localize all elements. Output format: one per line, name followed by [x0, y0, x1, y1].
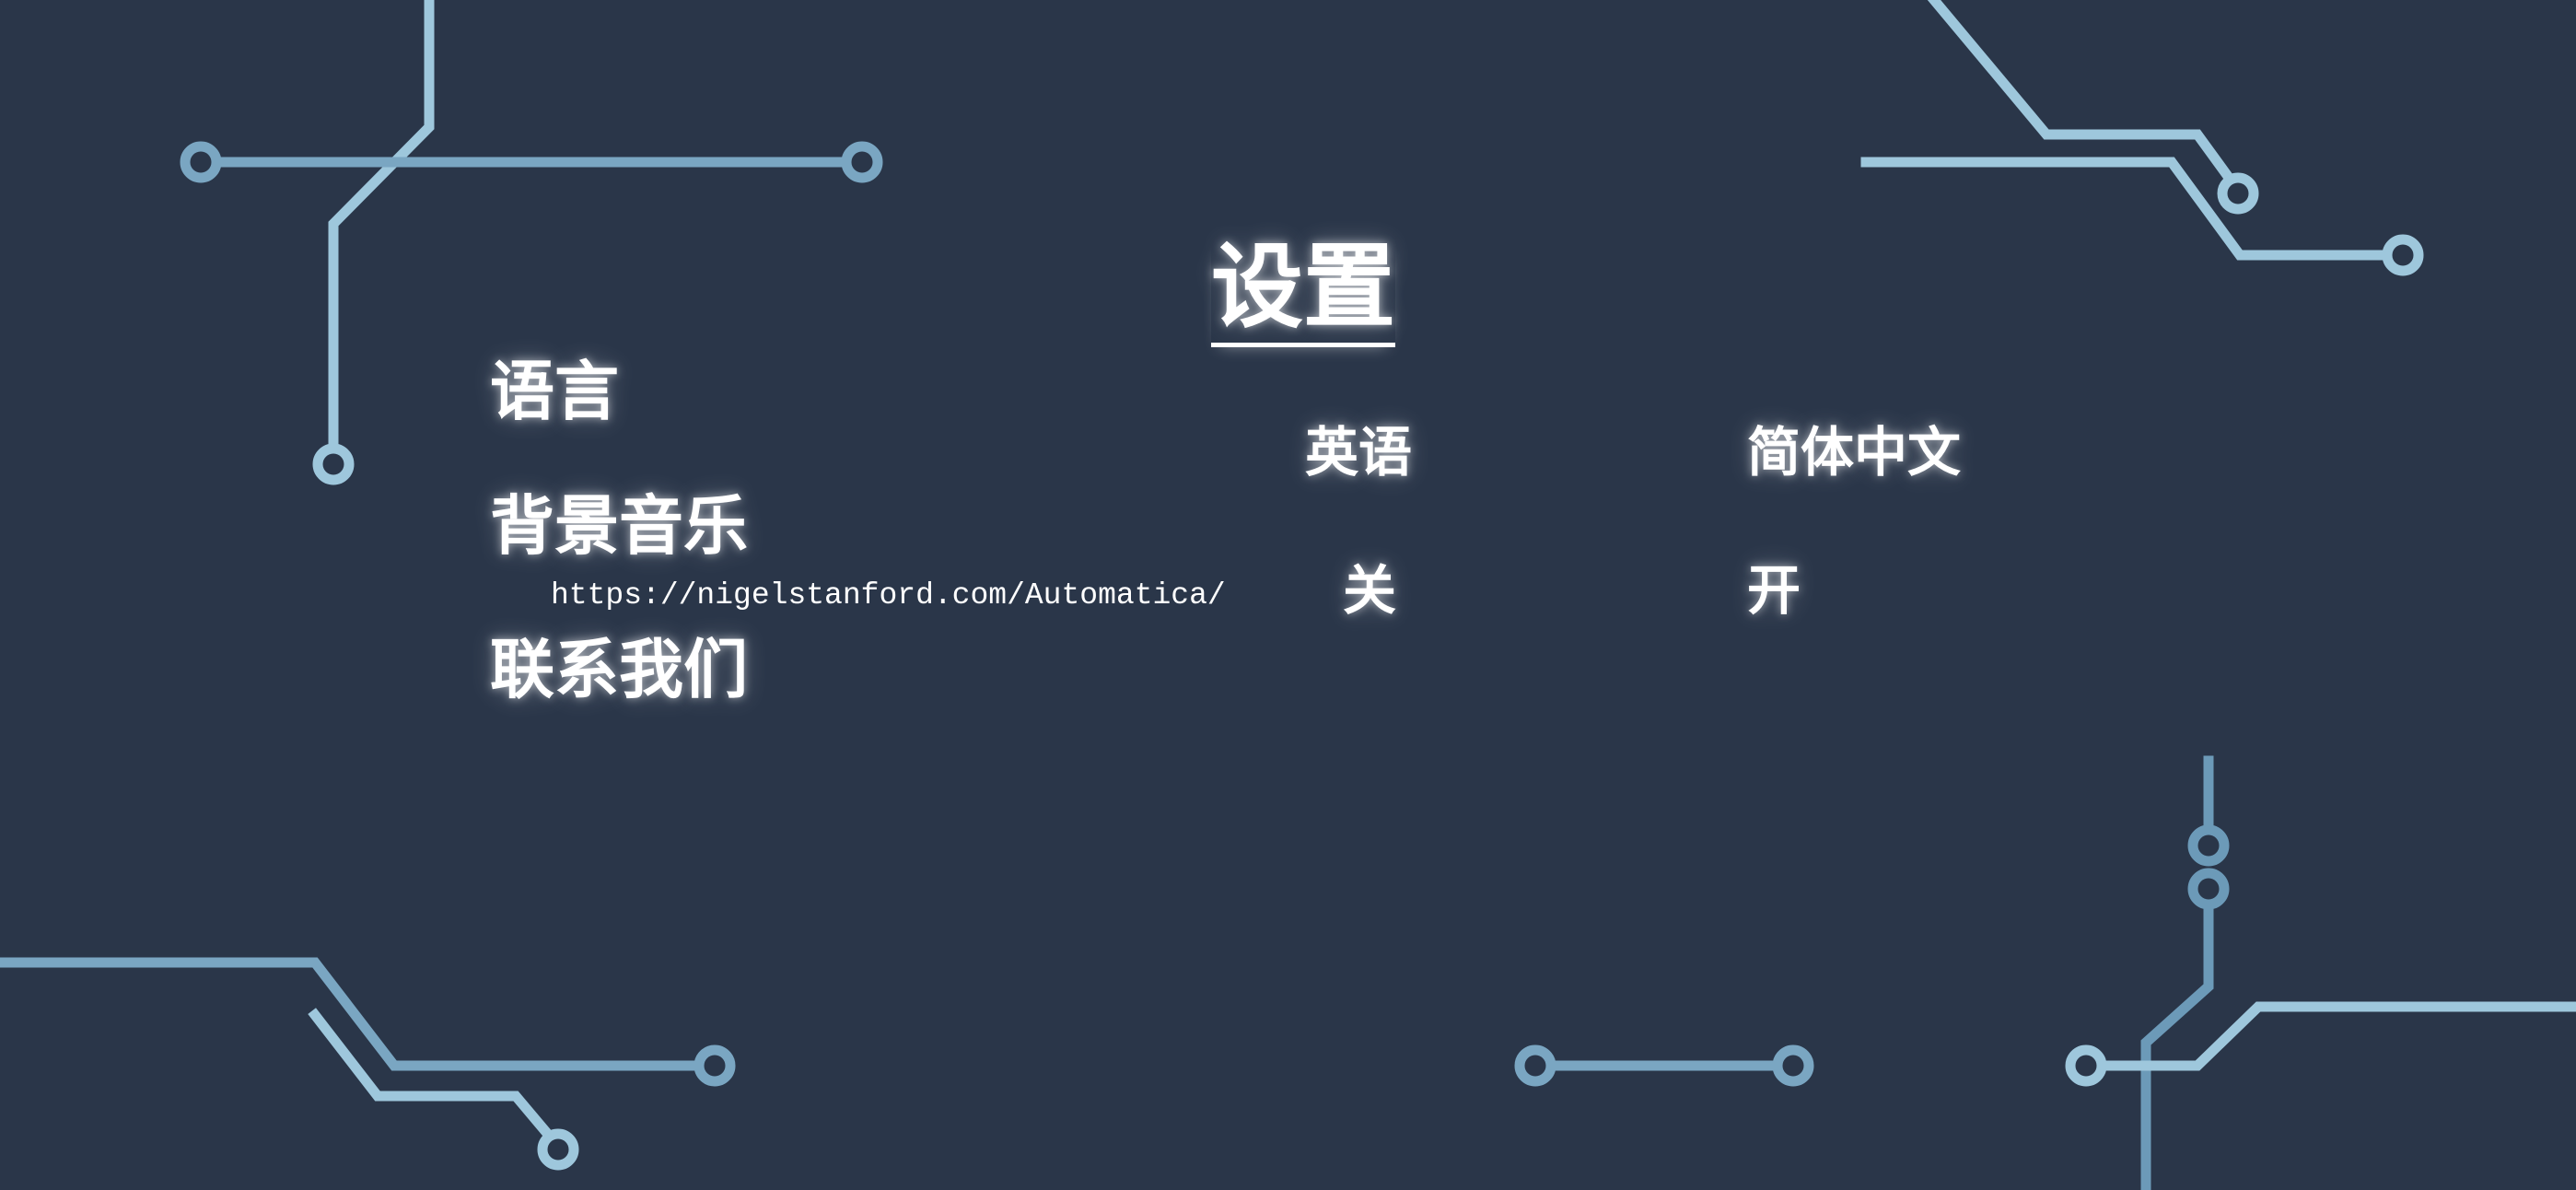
- music-option-on[interactable]: 开: [1747, 564, 1801, 617]
- language-option-english[interactable]: 英语: [1305, 426, 1412, 479]
- language-option-simplified-chinese[interactable]: 简体中文: [1747, 426, 1961, 479]
- menu-item-language[interactable]: 语言: [490, 359, 619, 424]
- circuit-background: [0, 0, 2576, 1190]
- circuit-top-right: [1860, 0, 2424, 276]
- contact-url-link[interactable]: https://nigelstanford.com/Automatica/: [551, 580, 1226, 611]
- page-title: 设置: [1211, 241, 1395, 347]
- circuit-bottom-middle: [1514, 1044, 1814, 1087]
- menu-item-contact-us[interactable]: 联系我们: [490, 637, 748, 702]
- menu-item-background-music[interactable]: 背景音乐: [490, 494, 748, 558]
- music-option-off[interactable]: 关: [1343, 564, 1396, 617]
- circuit-bottom-left: [0, 957, 736, 1171]
- circuit-bottom-right: [2065, 755, 2576, 1190]
- settings-screen: 设置 语言 背景音乐 联系我们 https://nigelstanford.co…: [0, 0, 2576, 1190]
